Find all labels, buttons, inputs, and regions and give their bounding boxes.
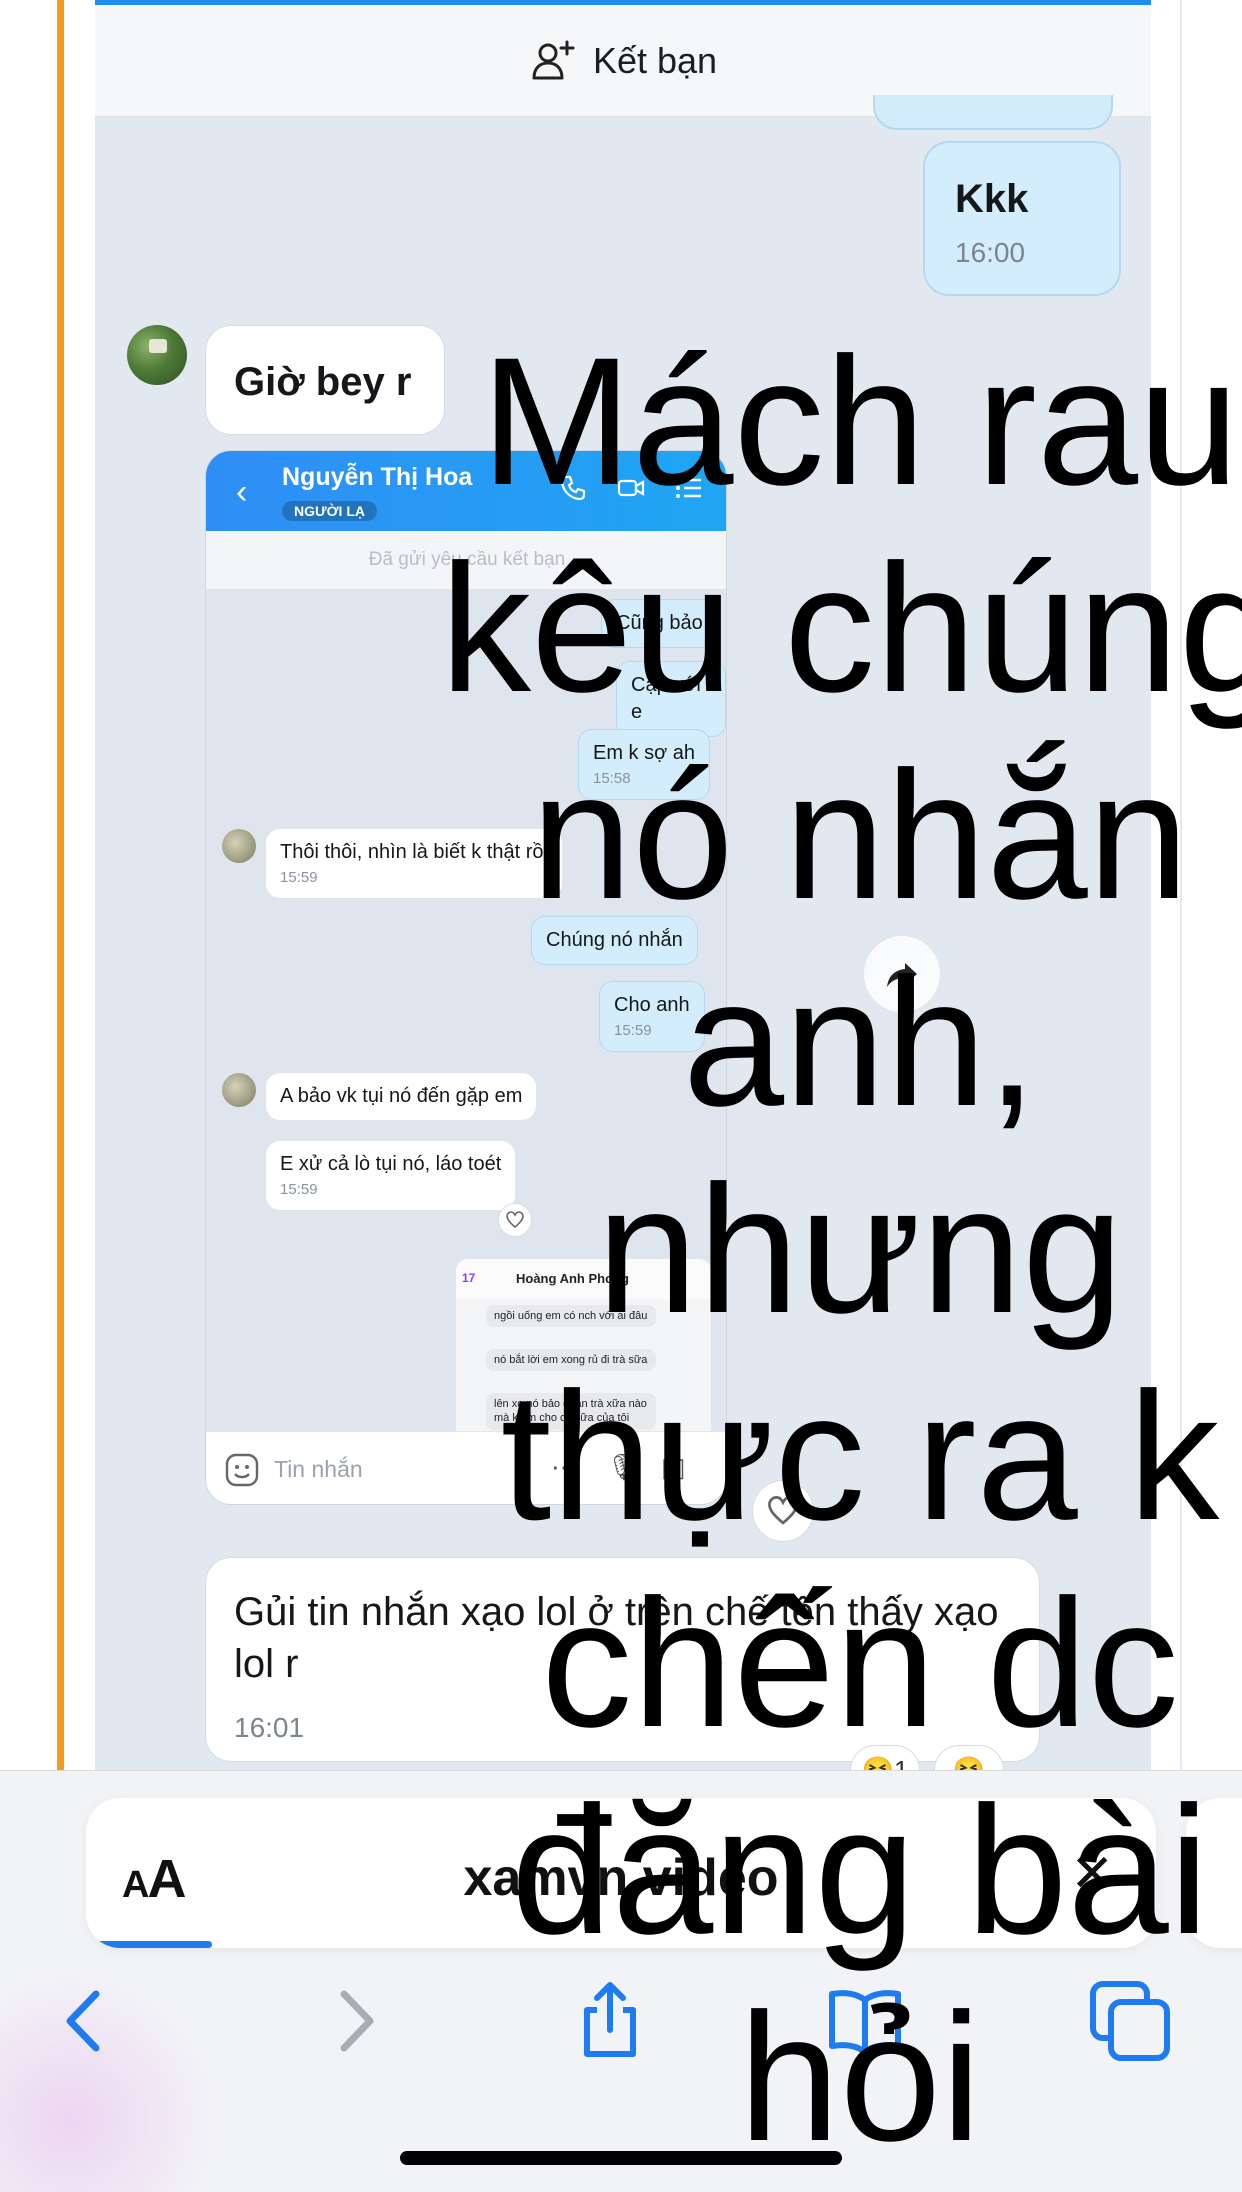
home-indicator bbox=[400, 2151, 842, 2165]
heart-react-button[interactable] bbox=[752, 1480, 814, 1542]
forward-button[interactable] bbox=[310, 1976, 400, 2066]
screenshot-message: Cặp với e bbox=[616, 661, 726, 737]
screenshot-message: Em k sợ ah 15:58 bbox=[578, 729, 711, 801]
right-divider bbox=[1180, 0, 1182, 1770]
phone-icon bbox=[560, 475, 586, 501]
address-bar[interactable]: AA xamvn.video ✕ bbox=[86, 1798, 1156, 1948]
screenshot-avatar bbox=[222, 1073, 256, 1107]
next-tab-preview[interactable] bbox=[1186, 1798, 1242, 1948]
video-icon bbox=[617, 479, 645, 497]
sticker-icon bbox=[225, 1453, 259, 1487]
forward-icon bbox=[340, 1990, 374, 2052]
add-friend-label: Kết bạn bbox=[592, 39, 718, 81]
nested-screenshot: 17 Hoàng Anh Phong ngồi uống em có nch v… bbox=[456, 1259, 711, 1459]
share-arrow-icon bbox=[887, 963, 917, 987]
nested-contact-name: Hoàng Anh Phong bbox=[516, 1271, 629, 1286]
more-icon: ⋯ bbox=[551, 1452, 577, 1482]
screenshot-header: ‹ Nguyễn Thị Hoa NGƯỜI LẠ bbox=[206, 451, 726, 531]
message-text: Kkk bbox=[955, 177, 1029, 221]
reaction-count: 1 bbox=[893, 1754, 909, 1771]
screenshot-message: Cũng bảo bbox=[601, 599, 718, 648]
message-time: 16:01 bbox=[234, 1712, 305, 1743]
reaction-laugh[interactable]: 😆 1 bbox=[850, 1745, 920, 1770]
screenshot-contact-name: Nguyễn Thị Hoa bbox=[282, 463, 473, 491]
screenshot-message: Thôi thôi, nhìn là biết k thật rồi 15:59 bbox=[266, 829, 562, 899]
chat-area[interactable]: Kết bạn Kkk 16:00 Giờ bey r ‹ Nguyễn Thị… bbox=[95, 0, 1151, 1770]
add-user-icon bbox=[532, 40, 575, 79]
message-bubble-incoming[interactable]: Giờ bey r bbox=[205, 325, 445, 435]
browser-bottom-bar: AA xamvn.video ✕ bbox=[0, 1770, 1242, 2192]
contact-avatar[interactable] bbox=[127, 325, 187, 385]
message-bubble-outgoing[interactable]: Kkk 16:00 bbox=[923, 141, 1121, 296]
friend-request-note: Đã gửi yêu cầu kết bạn bbox=[206, 531, 726, 589]
close-icon[interactable]: ✕ bbox=[1070, 1844, 1114, 1904]
menu-list-icon bbox=[676, 478, 701, 498]
tabs-icon bbox=[1090, 1981, 1170, 2061]
message-time: 16:00 bbox=[955, 237, 1026, 268]
mic-icon: 🎙 bbox=[606, 1452, 640, 1482]
screenshot-input-placeholder: Tin nhắn bbox=[274, 1456, 363, 1482]
screenshot-avatar bbox=[222, 829, 256, 863]
previous-message-bubble[interactable] bbox=[873, 95, 1113, 130]
reaction-row[interactable]: 😆 1 😆 bbox=[850, 1745, 1004, 1770]
back-button[interactable] bbox=[40, 1976, 130, 2066]
orange-divider bbox=[57, 0, 64, 1770]
screenshot-message: Cho anh 15:59 bbox=[599, 981, 705, 1053]
nested-message: lên xe nó bảo quán trà xữa nào mà k em c… bbox=[486, 1393, 656, 1430]
laughing-emoji-icon: 😆 bbox=[952, 1754, 986, 1771]
url-text[interactable]: xamvn.video bbox=[86, 1848, 1156, 1908]
screen: Kết bạn Kkk 16:00 Giờ bey r ‹ Nguyễn Thị… bbox=[0, 0, 1242, 2192]
screenshot-message: E xử cả lò tụi nó, láo toét 15:59 bbox=[266, 1141, 516, 1211]
forward-share-button[interactable] bbox=[863, 935, 941, 1013]
heart-icon bbox=[768, 1496, 798, 1525]
message-text: Giờ bey r bbox=[234, 360, 412, 404]
screenshot-image[interactable]: ‹ Nguyễn Thị Hoa NGƯỜI LẠ Đã gửi yêu cầu… bbox=[205, 450, 727, 1505]
share-button[interactable] bbox=[565, 1976, 655, 2066]
screenshot-input-bar: Tin nhắn ⋯ 🎙 ▣ bbox=[206, 1431, 726, 1504]
message-text: Gủi tin nhắn xạo lol ở trên chế tên thấy… bbox=[234, 1590, 999, 1686]
nested-message: nó bắt lời em xong rủ đi trà sữa bbox=[486, 1349, 656, 1372]
bookmarks-icon bbox=[829, 1990, 901, 2055]
image-icon: ▣ bbox=[661, 1452, 686, 1482]
screenshot-message: A bảo vk tụi nó đến gặp em bbox=[266, 1073, 537, 1120]
screenshot-message: Chúng nó nhắn bbox=[531, 916, 698, 965]
bookmarks-button[interactable] bbox=[820, 1976, 910, 2066]
back-icon bbox=[66, 1990, 100, 2052]
page-load-progress bbox=[86, 1941, 212, 1948]
heart-react-icon bbox=[498, 1203, 532, 1237]
share-icon bbox=[584, 1982, 636, 2057]
nested-message: ngồi uống em có nch với ai đâu bbox=[486, 1305, 656, 1328]
reaction-laugh-button[interactable]: 😆 bbox=[934, 1745, 1004, 1770]
stranger-badge: NGƯỜI LẠ bbox=[282, 501, 377, 521]
back-arrow-icon: ‹ bbox=[236, 473, 248, 511]
laughing-emoji-icon: 😆 bbox=[861, 1754, 894, 1771]
tabs-button[interactable] bbox=[1085, 1976, 1175, 2066]
message-bubble-incoming[interactable]: Gủi tin nhắn xạo lol ở trên chế tên thấy… bbox=[205, 1557, 1040, 1762]
unread-badge: 17 bbox=[462, 1271, 476, 1285]
